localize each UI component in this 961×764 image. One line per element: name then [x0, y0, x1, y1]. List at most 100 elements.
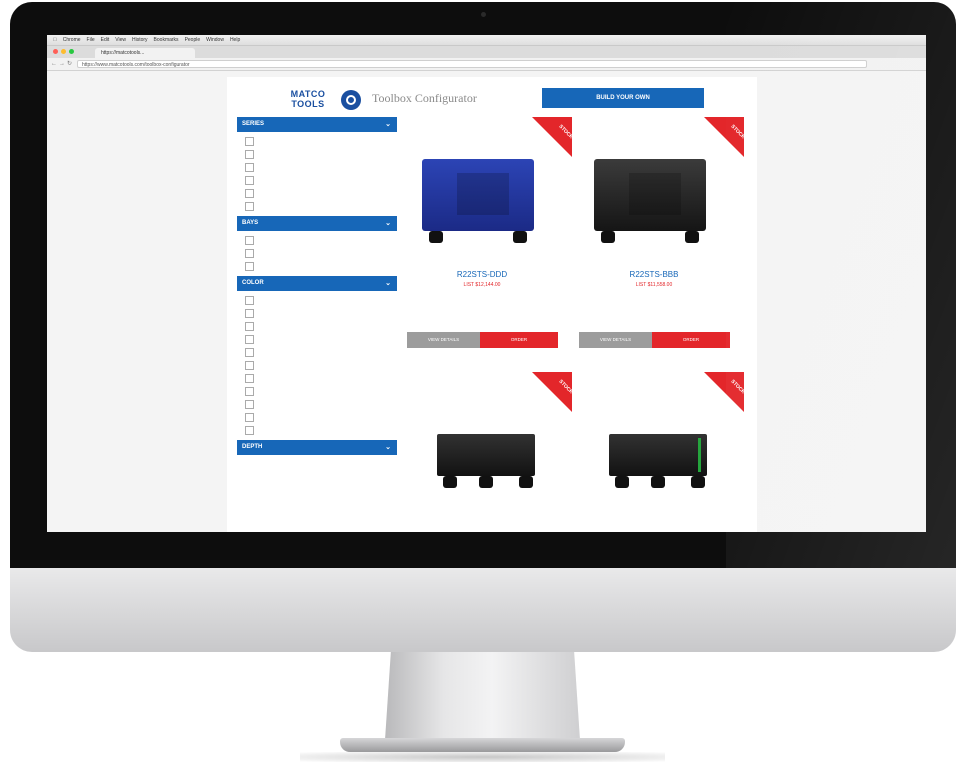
checkbox[interactable]: [245, 387, 254, 396]
product-card[interactable]: STOCK R22STS-DDD LIST $12,144.00 VIEW DE…: [407, 117, 572, 367]
order-button[interactable]: ORDER: [480, 332, 558, 348]
address-bar: ← → ↻ https://www.matcotools.com/toolbox…: [47, 58, 926, 71]
filter-option[interactable]: [245, 187, 397, 200]
filter-option[interactable]: [245, 320, 397, 333]
checkbox[interactable]: [245, 163, 254, 172]
caster-wheel: [519, 476, 533, 488]
menu-item[interactable]: Window: [206, 37, 224, 43]
product-card[interactable]: STOCK R22STS-BBB LIST $11,558.00 VIEW DE…: [579, 117, 744, 367]
checkbox[interactable]: [245, 348, 254, 357]
chevron-down-icon[interactable]: ⌄: [385, 276, 391, 291]
checkbox[interactable]: [245, 189, 254, 198]
filter-options: [237, 291, 397, 440]
filter-option[interactable]: [245, 174, 397, 187]
menu-item[interactable]: Edit: [101, 37, 110, 43]
toolbox-image[interactable]: [609, 434, 707, 476]
checkbox[interactable]: [245, 262, 254, 271]
toolbox-image[interactable]: [594, 159, 706, 231]
checkbox[interactable]: [245, 236, 254, 245]
menu-item[interactable]: Help: [230, 37, 240, 43]
checkbox[interactable]: [245, 426, 254, 435]
menu-item[interactable]: People: [185, 37, 201, 43]
menu-item[interactable]: Bookmarks: [154, 37, 179, 43]
camera-icon: [481, 12, 486, 17]
view-details-button[interactable]: VIEW DETAILS: [407, 332, 480, 348]
checkbox[interactable]: [245, 413, 254, 422]
filter-option[interactable]: [245, 424, 397, 437]
filter-option[interactable]: [245, 333, 397, 346]
back-icon[interactable]: ←: [51, 60, 57, 68]
toolbox-image[interactable]: [437, 434, 535, 476]
filter-options: [237, 132, 397, 216]
product-price: LIST $12,144.00: [463, 282, 501, 288]
stock-badge: STOCK: [532, 372, 572, 412]
filter-option[interactable]: [245, 372, 397, 385]
filter-option[interactable]: [245, 359, 397, 372]
checkbox[interactable]: [245, 309, 254, 318]
filter-option[interactable]: [245, 247, 397, 260]
forward-icon[interactable]: →: [59, 60, 65, 68]
menu-item[interactable]: View: [115, 37, 126, 43]
filter-option[interactable]: [245, 234, 397, 247]
apple-icon[interactable]: : [53, 37, 57, 43]
filter-header-0[interactable]: SERIES ⌄: [237, 117, 397, 132]
filter-option[interactable]: [245, 385, 397, 398]
product-model[interactable]: R22STS-DDD: [407, 270, 557, 279]
toolbox-image[interactable]: [422, 159, 534, 231]
filter-option[interactable]: [245, 307, 397, 320]
filter-option[interactable]: [245, 135, 397, 148]
monitor-stand-base: [340, 738, 625, 752]
monitor-bezel:  Chrome File Edit View History Bookmark…: [10, 2, 956, 568]
product-card[interactable]: STOCK: [579, 372, 744, 532]
product-card[interactable]: STOCK: [407, 372, 572, 532]
stock-badge: STOCK: [532, 117, 572, 157]
stand-shadow: [300, 752, 665, 762]
menu-item[interactable]: Chrome: [63, 37, 81, 43]
chevron-down-icon[interactable]: ⌄: [385, 440, 391, 455]
filter-header-3[interactable]: DEPTH ⌄: [237, 440, 397, 455]
checkbox[interactable]: [245, 322, 254, 331]
filter-option[interactable]: [245, 148, 397, 161]
browser-tab[interactable]: https://matcotools...: [95, 48, 195, 58]
filter-option[interactable]: [245, 161, 397, 174]
filter-sidebar: SERIES ⌄ BAYS ⌄ COLOR ⌄ DEPTH ⌄: [237, 117, 397, 532]
mac-menubar:  Chrome File Edit View History Bookmark…: [47, 35, 926, 46]
url-field[interactable]: https://www.matcotools.com/toolbox-confi…: [77, 60, 867, 68]
checkbox[interactable]: [245, 335, 254, 344]
view-details-button[interactable]: VIEW DETAILS: [579, 332, 652, 348]
checkbox[interactable]: [245, 249, 254, 258]
page-title: Toolbox Configurator: [372, 91, 477, 105]
minimize-window-icon[interactable]: [61, 49, 66, 54]
filter-option[interactable]: [245, 411, 397, 424]
filter-header-1[interactable]: BAYS ⌄: [237, 216, 397, 231]
checkbox[interactable]: [245, 361, 254, 370]
filter-option[interactable]: [245, 200, 397, 213]
menu-item[interactable]: File: [87, 37, 95, 43]
product-model[interactable]: R22STS-BBB: [579, 270, 729, 279]
caster-wheel: [429, 231, 443, 243]
filter-header-2[interactable]: COLOR ⌄: [237, 276, 397, 291]
checkbox[interactable]: [245, 296, 254, 305]
chevron-down-icon[interactable]: ⌄: [385, 117, 391, 132]
checkbox[interactable]: [245, 150, 254, 159]
filter-option[interactable]: [245, 260, 397, 273]
reload-icon[interactable]: ↻: [67, 60, 72, 68]
checkbox[interactable]: [245, 374, 254, 383]
zoom-window-icon[interactable]: [69, 49, 74, 54]
stock-badge: STOCK: [704, 117, 744, 157]
chevron-down-icon[interactable]: ⌄: [385, 216, 391, 231]
close-window-icon[interactable]: [53, 49, 58, 54]
checkbox[interactable]: [245, 202, 254, 211]
matco-logo[interactable]: MATCO TOOLS: [275, 89, 363, 111]
caster-wheel: [513, 231, 527, 243]
filter-option[interactable]: [245, 398, 397, 411]
order-button[interactable]: ORDER: [652, 332, 730, 348]
caster-wheel: [691, 476, 705, 488]
filter-option[interactable]: [245, 346, 397, 359]
filter-option[interactable]: [245, 294, 397, 307]
menu-item[interactable]: History: [132, 37, 148, 43]
build-your-own-button[interactable]: BUILD YOUR OWN: [542, 88, 704, 108]
checkbox[interactable]: [245, 176, 254, 185]
checkbox[interactable]: [245, 137, 254, 146]
checkbox[interactable]: [245, 400, 254, 409]
